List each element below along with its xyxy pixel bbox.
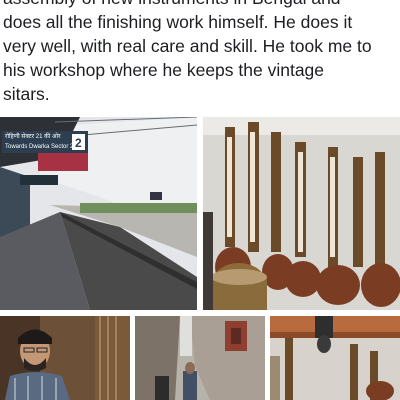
photo-workshop-ceiling[interactable] — [270, 316, 400, 400]
post-text: assembly of new instruments in Bengal an… — [3, 0, 372, 104]
photo-craftsman[interactable] — [0, 316, 130, 400]
metro-sign-hindi: रोहिणी सेक्टर 21 की ओर — [5, 132, 61, 140]
photo-sitars-wall[interactable] — [203, 117, 400, 310]
photo-narrow-lane[interactable] — [135, 316, 265, 400]
photo-metro-platform[interactable]: रोहिणी सेक्टर 21 की ओर Towards Dwarka Se… — [0, 117, 197, 310]
metro-sign-number: 2 — [75, 136, 82, 150]
metro-sign-text: Towards Dwarka Sector 21 — [5, 144, 77, 150]
